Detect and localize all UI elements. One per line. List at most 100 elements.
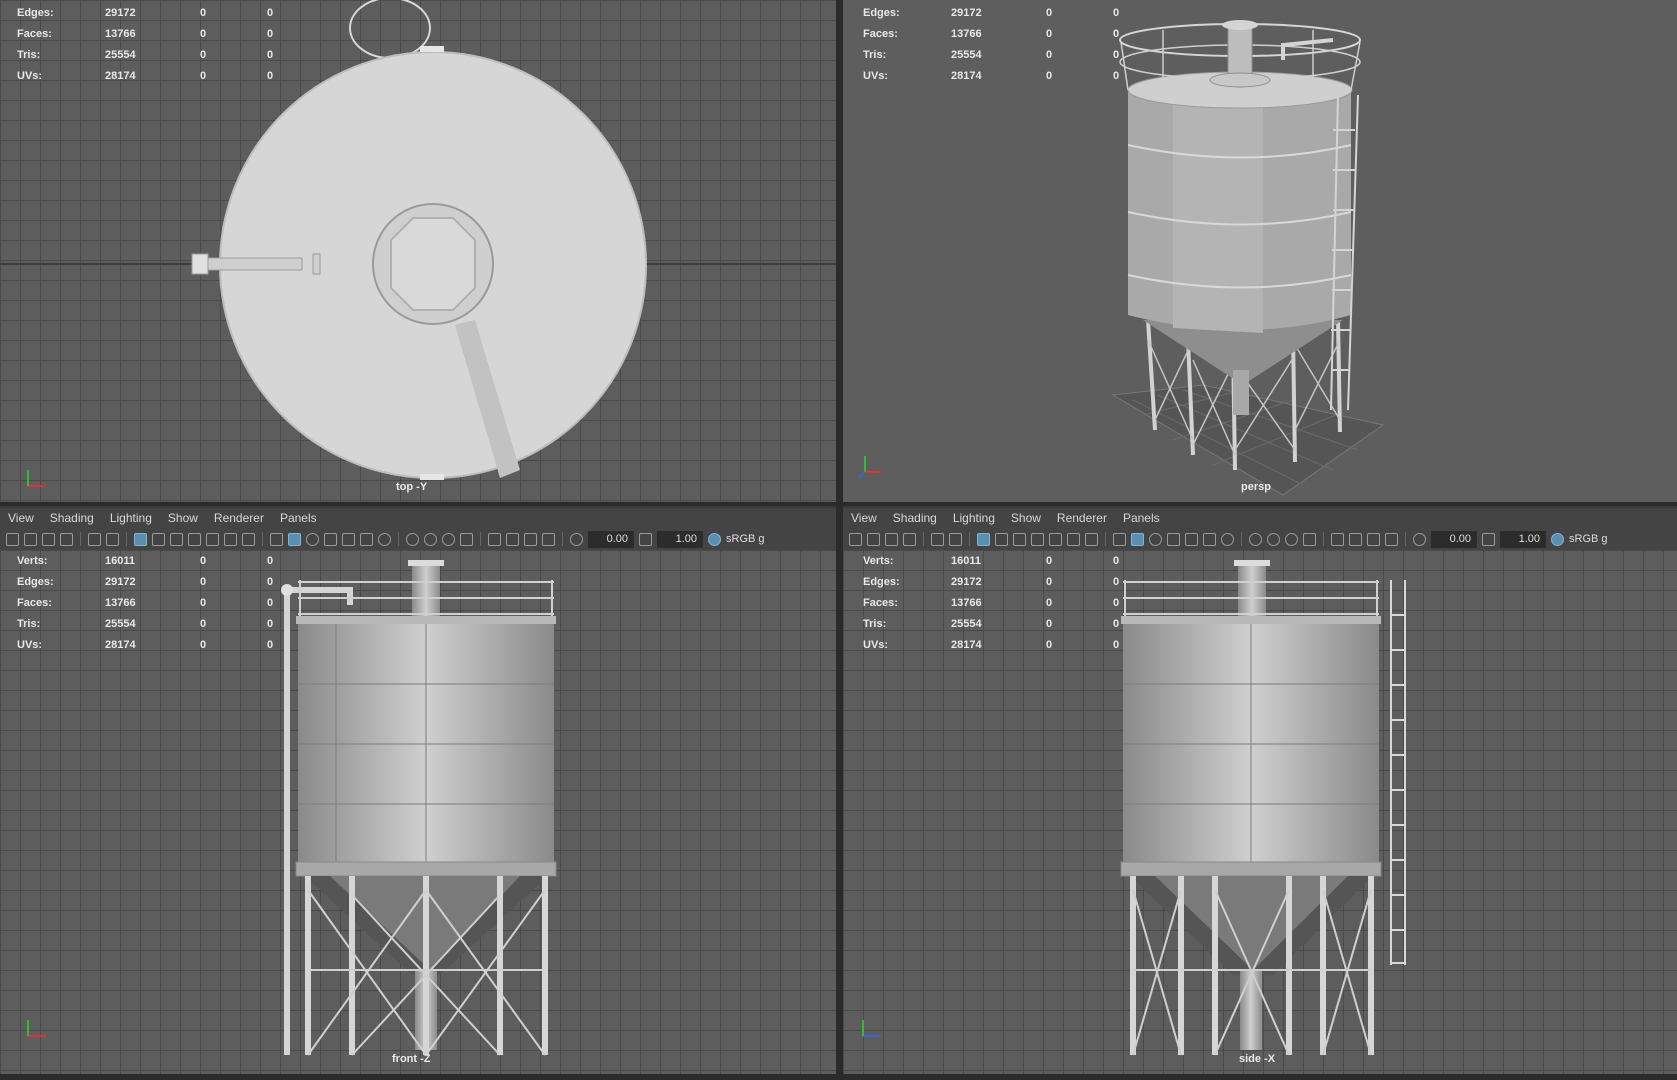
safe-title-icon[interactable]: [1085, 532, 1098, 546]
view-transform-select[interactable]: sRGB g: [726, 533, 765, 545]
viewport-front[interactable]: Verts: 16011 0 0 Edges: 29172 0 0 Faces: 13766 0…: [0, 550, 836, 1074]
safe-title-icon[interactable]: [242, 532, 255, 546]
menu-renderer[interactable]: Renderer: [206, 511, 272, 525]
xray-joints-icon[interactable]: [1349, 532, 1362, 546]
bottom-border: [0, 1074, 1677, 1080]
motion-blur-icon[interactable]: [424, 532, 437, 546]
grease-pencil-icon[interactable]: [949, 532, 962, 546]
xray-active-icon[interactable]: [542, 532, 555, 546]
textured-icon[interactable]: [1185, 532, 1198, 546]
viewport-top[interactable]: Edges: 29172 0 0 Faces: 13766 0 0 Tris: 25554 0 0…: [0, 0, 836, 502]
anti-aliasing-icon[interactable]: [442, 532, 455, 546]
smooth-shade-icon[interactable]: [288, 532, 301, 546]
gate-mask-icon[interactable]: [188, 532, 201, 546]
separator: [923, 532, 924, 546]
wireframe-on-shaded-icon[interactable]: [324, 532, 337, 546]
viewport-persp[interactable]: Edges: 29172 0 0 Faces: 13766 0 0 Tris: 25554 0 0…: [843, 0, 1677, 502]
separator: [398, 532, 399, 546]
camera-icon[interactable]: [849, 532, 862, 546]
backface-culling-icon[interactable]: [524, 532, 537, 546]
color-management-icon[interactable]: [1551, 532, 1564, 546]
color-management-icon[interactable]: [708, 532, 721, 546]
gamma-field[interactable]: 1.00: [1500, 530, 1546, 548]
exposure-icon[interactable]: [1413, 532, 1426, 546]
resolution-gate-icon[interactable]: [1013, 532, 1026, 546]
camera-label-persp: persp: [1241, 481, 1271, 493]
safe-action-icon[interactable]: [1067, 532, 1080, 546]
isolate-select-icon[interactable]: [460, 532, 473, 546]
field-chart-icon[interactable]: [206, 532, 219, 546]
panel-menu-bar: View Shading Lighting Show Renderer Pane…: [843, 508, 1677, 528]
shadows-icon[interactable]: [1221, 532, 1234, 546]
menu-panels[interactable]: Panels: [272, 511, 325, 525]
xray-icon[interactable]: [488, 532, 501, 546]
lights-icon[interactable]: [1203, 532, 1216, 546]
menu-panels[interactable]: Panels: [1115, 511, 1168, 525]
default-material-icon[interactable]: [1149, 532, 1162, 546]
safe-action-icon[interactable]: [224, 532, 237, 546]
grid-icon[interactable]: [977, 532, 990, 546]
bookmark-icon[interactable]: [885, 532, 898, 546]
separator: [1323, 532, 1324, 546]
grid-icon[interactable]: [134, 532, 147, 546]
menu-show[interactable]: Show: [1003, 511, 1049, 525]
pane-splitter-vertical[interactable]: [836, 0, 843, 1080]
gamma-icon[interactable]: [1482, 532, 1495, 546]
wireframe-icon[interactable]: [1113, 532, 1126, 546]
anti-aliasing-icon[interactable]: [1285, 532, 1298, 546]
default-material-icon[interactable]: [306, 532, 319, 546]
menu-shading[interactable]: Shading: [42, 511, 102, 525]
axis-gizmo: [858, 456, 881, 479]
2d-pan-zoom-icon[interactable]: [931, 532, 944, 546]
menu-view[interactable]: View: [843, 511, 885, 525]
xray-active-icon[interactable]: [1385, 532, 1398, 546]
film-gate-icon[interactable]: [152, 532, 165, 546]
shadows-icon[interactable]: [378, 532, 391, 546]
gamma-icon[interactable]: [639, 532, 652, 546]
xray-icon[interactable]: [1331, 532, 1344, 546]
gate-mask-icon[interactable]: [1031, 532, 1044, 546]
textured-icon[interactable]: [342, 532, 355, 546]
exposure-field[interactable]: 0.00: [588, 530, 634, 548]
camera-label-top: top -Y: [396, 481, 428, 493]
gamma-field[interactable]: 1.00: [657, 530, 703, 548]
menu-shading[interactable]: Shading: [885, 511, 945, 525]
separator: [480, 532, 481, 546]
silo-top-model: [0, 0, 836, 480]
silo-side-model: [1120, 560, 1406, 1056]
wireframe-icon[interactable]: [270, 532, 283, 546]
image-plane-icon[interactable]: [60, 532, 73, 546]
lights-icon[interactable]: [360, 532, 373, 546]
isolate-select-icon[interactable]: [1303, 532, 1316, 546]
menu-lighting[interactable]: Lighting: [945, 511, 1003, 525]
motion-blur-icon[interactable]: [1267, 532, 1280, 546]
smooth-shade-icon[interactable]: [1131, 532, 1144, 546]
screen-space-ao-icon[interactable]: [1249, 532, 1262, 546]
film-gate-icon[interactable]: [995, 532, 1008, 546]
resolution-gate-icon[interactable]: [170, 532, 183, 546]
grease-pencil-icon[interactable]: [106, 532, 119, 546]
backface-culling-icon[interactable]: [1367, 532, 1380, 546]
bookmark-icon[interactable]: [42, 532, 55, 546]
separator: [969, 532, 970, 546]
camera-attributes-icon[interactable]: [867, 532, 880, 546]
image-plane-icon[interactable]: [903, 532, 916, 546]
menu-view[interactable]: View: [0, 511, 42, 525]
maya-four-view: Edges: 29172 0 0 Faces: 13766 0 0 Tris: 25554 0 0…: [0, 0, 1677, 1080]
exposure-icon[interactable]: [570, 532, 583, 546]
xray-joints-icon[interactable]: [506, 532, 519, 546]
panel-menu-bar: View Shading Lighting Show Renderer Pane…: [0, 508, 836, 528]
menu-lighting[interactable]: Lighting: [102, 511, 160, 525]
wireframe-on-shaded-icon[interactable]: [1167, 532, 1180, 546]
2d-pan-zoom-icon[interactable]: [88, 532, 101, 546]
exposure-field[interactable]: 0.00: [1431, 530, 1477, 548]
axis-gizmo: [27, 1020, 46, 1037]
camera-attributes-icon[interactable]: [24, 532, 37, 546]
viewport-side[interactable]: Verts: 16011 0 0 Edges: 29172 0 0 Faces: 13766 0…: [843, 550, 1677, 1074]
menu-renderer[interactable]: Renderer: [1049, 511, 1115, 525]
camera-icon[interactable]: [6, 532, 19, 546]
screen-space-ao-icon[interactable]: [406, 532, 419, 546]
view-transform-select[interactable]: sRGB g: [1569, 533, 1608, 545]
menu-show[interactable]: Show: [160, 511, 206, 525]
field-chart-icon[interactable]: [1049, 532, 1062, 546]
